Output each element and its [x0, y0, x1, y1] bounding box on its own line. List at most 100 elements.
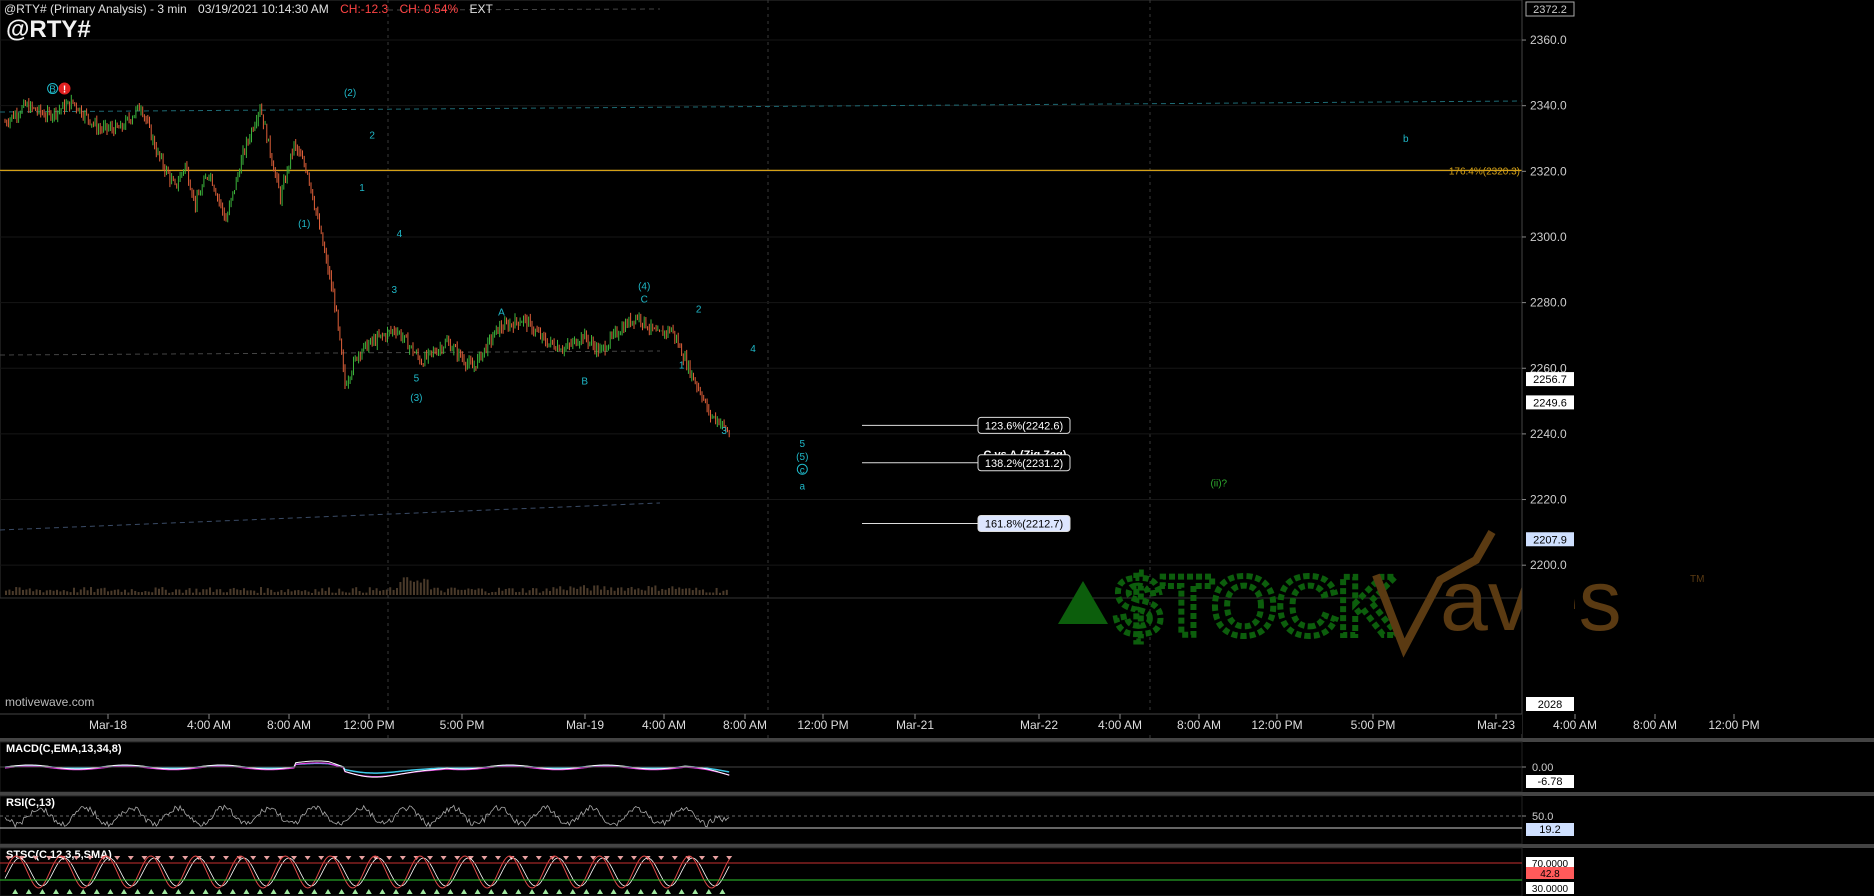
- alert-label: !: [63, 85, 66, 96]
- volume-bar: [474, 589, 477, 595]
- volume-bar: [467, 588, 470, 595]
- volume-bar: [249, 590, 252, 595]
- volume-bar: [209, 587, 211, 595]
- panel-divider: [0, 844, 1874, 848]
- header-change-pct: CH:-0.54%: [399, 2, 459, 16]
- volume-bar: [355, 587, 358, 595]
- volume-bar: [484, 591, 487, 595]
- volume-bar: [460, 589, 463, 595]
- time-tick-label: 8:00 AM: [1177, 718, 1221, 732]
- volume-bar: [103, 587, 106, 595]
- volume-bar: [579, 586, 582, 595]
- volume-bar: [416, 580, 419, 595]
- panel-marker-label: 42.8: [1540, 869, 1560, 880]
- indicator-name: MACD(C,EMA,13,34,8): [6, 743, 122, 755]
- volume-bar: [481, 588, 483, 595]
- time-tick-label: 12:00 PM: [1708, 718, 1759, 732]
- volume-bar: [307, 591, 310, 595]
- volume-bar: [562, 589, 565, 595]
- volume-bar: [362, 592, 364, 595]
- volume-bar: [137, 592, 140, 595]
- time-tick-label: Mar-18: [89, 718, 127, 732]
- volume-bar: [603, 586, 606, 595]
- price-chart[interactable]: 176.4%(2320.3)$TOCKavesTM(1)(2)21435(3)A…: [0, 0, 1874, 896]
- volume-bar: [470, 589, 473, 595]
- volume-bar: [317, 591, 320, 595]
- volume-bar: [515, 592, 517, 595]
- volume-bar: [623, 590, 626, 595]
- volume-bar: [538, 592, 541, 595]
- volume-bar: [168, 592, 171, 595]
- volume-bar: [144, 591, 147, 595]
- time-tick-label: Mar-21: [896, 718, 934, 732]
- volume-bar: [423, 578, 426, 595]
- wave-label: C: [641, 295, 648, 306]
- header-change: CH:-12.3: [340, 2, 389, 16]
- volume-bar: [56, 589, 58, 595]
- wave-label: 1: [679, 360, 685, 371]
- volume-bar: [525, 592, 528, 595]
- volume-bar: [426, 579, 429, 595]
- volume-bar: [545, 588, 548, 595]
- volume-bar: [297, 589, 300, 595]
- volume-bar: [215, 589, 218, 595]
- volume-bar: [368, 587, 371, 595]
- time-tick-label: Mar-19: [566, 718, 604, 732]
- volume-bar: [708, 592, 711, 595]
- volume-bar: [385, 589, 388, 595]
- volume-bar: [324, 590, 327, 595]
- price-tick-label: 2200.0: [1530, 558, 1567, 572]
- price-tick-label: 2360.0: [1530, 33, 1567, 47]
- time-tick-label: 8:00 AM: [1633, 718, 1677, 732]
- time-tick-label: 5:00 PM: [1351, 718, 1396, 732]
- wave-label: (ii)?: [1210, 478, 1227, 489]
- wave-label: 5: [800, 439, 806, 450]
- volume-bar: [294, 590, 296, 595]
- volume-bar: [572, 587, 575, 595]
- price-marker-label: 2207.9: [1533, 534, 1567, 546]
- volume-bar: [11, 591, 14, 595]
- volume-bar: [205, 589, 208, 595]
- volume-bar: [348, 592, 351, 595]
- volume-bar: [321, 588, 324, 595]
- volume-bar: [464, 589, 466, 595]
- volume-bar: [576, 588, 579, 595]
- volume-bar: [222, 592, 225, 595]
- volume-bar: [549, 590, 551, 595]
- volume-bar: [181, 592, 184, 595]
- wave-label: (1): [298, 219, 310, 230]
- volume-bar: [147, 591, 150, 595]
- volume-bar: [141, 592, 143, 595]
- price-tick-label: 2340.0: [1530, 99, 1567, 113]
- price-tick-label: 2280.0: [1530, 296, 1567, 310]
- time-tick-label: 5:00 PM: [440, 718, 485, 732]
- volume-bar: [62, 590, 65, 595]
- volume-bar: [263, 592, 266, 595]
- volume-bar: [392, 589, 395, 595]
- time-tick-label: 4:00 AM: [1098, 718, 1142, 732]
- panel-marker-label: 19.2: [1539, 824, 1560, 836]
- volume-bar: [69, 592, 72, 595]
- time-tick-label: 4:00 AM: [187, 718, 231, 732]
- time-tick-label: 4:00 AM: [642, 718, 686, 732]
- time-tick-label: 8:00 AM: [267, 718, 311, 732]
- volume-bar: [161, 587, 164, 595]
- volume-bar: [300, 591, 303, 595]
- volume-bar: [127, 592, 130, 595]
- volume-bar: [644, 590, 647, 595]
- volume-bar: [341, 591, 344, 595]
- fib-level-label: 176.4%(2320.3): [1449, 166, 1520, 177]
- volume-bar: [586, 588, 589, 595]
- chart-header: @RTY# (Primary Analysis) - 3 min 03/19/2…: [4, 2, 501, 16]
- volume-bar: [664, 589, 667, 595]
- volume-bar: [59, 591, 62, 595]
- volume-bar: [596, 585, 599, 595]
- volume-bar: [447, 588, 449, 595]
- volume-bar: [498, 587, 500, 595]
- wave-label: c: [800, 465, 805, 476]
- volume-bar: [202, 589, 205, 595]
- volume-bar: [334, 592, 337, 595]
- volume-bar: [661, 588, 664, 595]
- volume-bar: [253, 590, 256, 595]
- indicator-panel: [0, 795, 1523, 845]
